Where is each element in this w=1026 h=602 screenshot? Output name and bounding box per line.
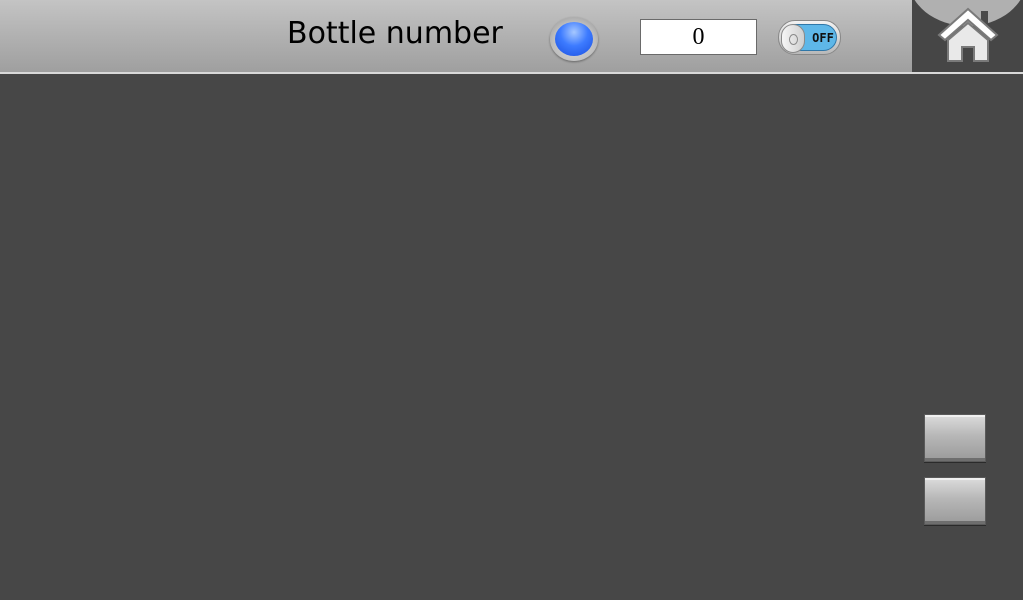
home-icon bbox=[937, 7, 999, 62]
page-title: Bottle number bbox=[287, 16, 503, 51]
power-toggle-switch[interactable]: OFF bbox=[778, 20, 841, 55]
toggle-state-label: OFF bbox=[812, 31, 834, 45]
home-button[interactable] bbox=[912, 0, 1023, 72]
bottle-count-display[interactable]: 0 bbox=[640, 19, 757, 55]
side-button-upper[interactable] bbox=[924, 414, 986, 462]
side-button-lower[interactable] bbox=[924, 477, 986, 525]
status-lamp-icon bbox=[550, 17, 598, 61]
header-bar: Bottle number 0 OFF bbox=[0, 0, 1023, 74]
hmi-screen: Bottle number 0 OFF bbox=[0, 0, 1023, 600]
toggle-knob bbox=[781, 24, 805, 53]
